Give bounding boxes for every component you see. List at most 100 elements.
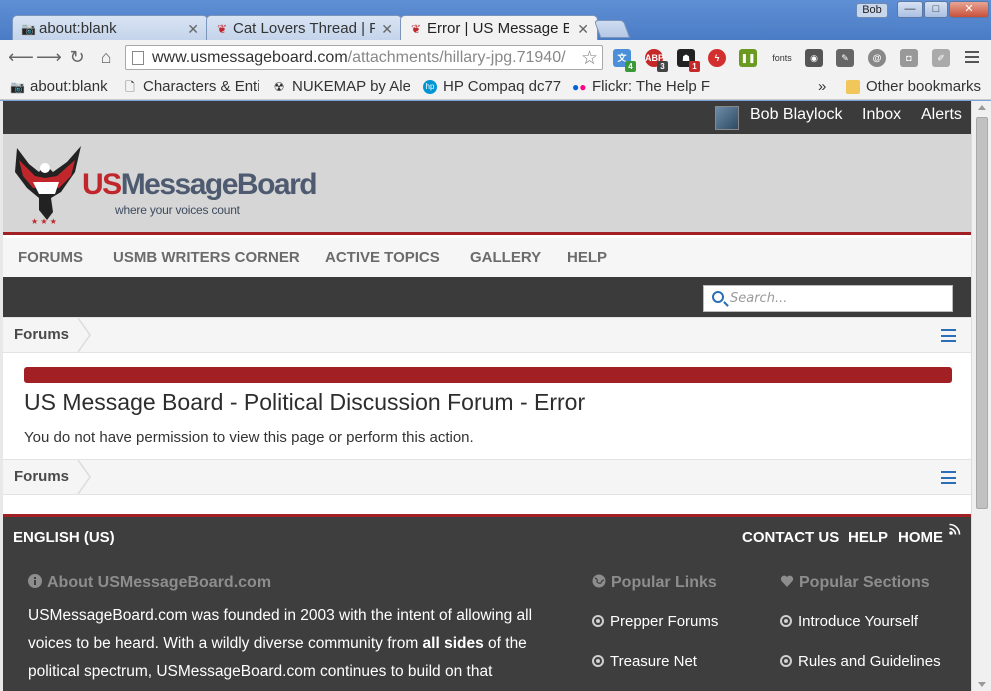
ghost-extension-icon[interactable]: ☗ 1 bbox=[677, 49, 700, 72]
breadcrumb-forums[interactable]: Forums bbox=[14, 468, 69, 485]
search-box[interactable] bbox=[703, 285, 953, 312]
search-input[interactable] bbox=[730, 289, 945, 308]
close-window-button[interactable]: ✕ bbox=[949, 1, 989, 18]
language-chooser[interactable]: ENGLISH (US) bbox=[13, 529, 115, 546]
page-icon: 🗋 bbox=[125, 80, 135, 94]
scroll-down-arrow-icon[interactable] bbox=[978, 682, 986, 687]
scroll-up-arrow-icon[interactable] bbox=[978, 105, 986, 110]
footer-home-link[interactable]: HOME bbox=[898, 529, 943, 546]
about-heading: About USMessageBoard.com bbox=[28, 574, 271, 592]
tab-title: about:blank bbox=[39, 20, 117, 37]
tools-extension-icon[interactable]: ✎ bbox=[836, 49, 854, 67]
alerts-link[interactable]: Alerts bbox=[921, 106, 962, 124]
reload-button[interactable]: ↻ bbox=[66, 46, 88, 68]
flickr-icon: ●● bbox=[572, 80, 587, 94]
popular-sections-heading-text: Popular Sections bbox=[799, 574, 930, 591]
bookmark-label: HP Compaq dc77 bbox=[443, 78, 561, 95]
menu-icon[interactable] bbox=[941, 329, 956, 342]
footer-link-label: Treasure Net bbox=[610, 653, 697, 670]
popular-links-heading: Popular Links bbox=[592, 574, 717, 592]
browser-toolbar: ⟵ ⟶ ↻ ⌂ www.usmessageboard.com/attachmen… bbox=[0, 40, 991, 74]
usmb-eagle-icon: ❦ bbox=[216, 22, 228, 36]
close-tab-icon[interactable]: ✕ bbox=[187, 16, 199, 41]
bookmark-about-blank[interactable]: 📷 about:blank bbox=[10, 77, 122, 97]
camera-extension-icon[interactable]: ◘ bbox=[900, 49, 918, 67]
minimize-button[interactable]: — bbox=[897, 1, 923, 18]
footer-link-rules[interactable]: Rules and Guidelines bbox=[780, 653, 941, 670]
footer-link-treasure-net[interactable]: Treasure Net bbox=[592, 653, 697, 670]
bookmark-hp-compaq[interactable]: hp HP Compaq dc77 bbox=[423, 77, 561, 97]
tab-cat-lovers-thread[interactable]: ❦ Cat Lovers Thread | P ✕ bbox=[206, 15, 402, 41]
scrollbar-thumb[interactable] bbox=[976, 117, 988, 509]
nav-active-topics[interactable]: ACTIVE TOPICS bbox=[325, 249, 440, 266]
close-tab-icon[interactable]: ✕ bbox=[577, 16, 589, 42]
menu-icon[interactable] bbox=[941, 471, 956, 484]
address-bar[interactable]: www.usmessageboard.com/attachments/hilla… bbox=[125, 45, 603, 70]
avatar[interactable] bbox=[715, 106, 739, 130]
bookmark-characters[interactable]: 🗋 Characters & Enti bbox=[123, 77, 259, 97]
bookmarks-bar: 📷 about:blank 🗋 Characters & Enti ☢ NUKEMAP… bbox=[0, 74, 991, 100]
footer-help-link[interactable]: HELP bbox=[848, 529, 888, 546]
forward-button[interactable]: ⟶ bbox=[36, 46, 62, 68]
search-bar bbox=[3, 277, 972, 317]
fonts-extension-icon[interactable]: fonts bbox=[770, 49, 794, 67]
bookmark-nukemap[interactable]: ☢ NUKEMAP by Ale bbox=[272, 77, 410, 97]
radiation-icon: ☢ bbox=[273, 80, 285, 94]
site-logo[interactable]: USMessageBoard bbox=[82, 168, 318, 202]
logo-part-messageboard: MessageBoard bbox=[120, 168, 318, 201]
tab-about-blank[interactable]: 📷 about:blank ✕ bbox=[12, 15, 208, 41]
info-icon bbox=[28, 574, 42, 588]
usmb-page: Bob Blaylock Inbox Alerts ★ ★ ★ USMessag… bbox=[3, 101, 972, 691]
close-tab-icon[interactable]: ✕ bbox=[381, 16, 393, 41]
footer-link-prepper[interactable]: Prepper Forums bbox=[592, 613, 718, 630]
user-name-link[interactable]: Bob Blaylock bbox=[750, 106, 843, 124]
extension-label: fonts bbox=[772, 53, 792, 63]
bullet-icon bbox=[780, 615, 792, 627]
url-path: /attachments/hillary-jpg.71940/ bbox=[347, 49, 566, 66]
bookmarks-overflow-button[interactable]: » bbox=[818, 77, 826, 97]
spiral-extension-icon[interactable]: @ bbox=[868, 49, 886, 67]
maximize-button[interactable]: □ bbox=[924, 1, 948, 18]
nav-forums[interactable]: FORUMS bbox=[18, 249, 83, 266]
flash-extension-icon[interactable]: ϟ bbox=[708, 49, 726, 67]
screenshot-extension-icon[interactable]: ◉ bbox=[805, 49, 823, 67]
pause-extension-icon[interactable]: ❚❚ bbox=[739, 49, 757, 67]
nav-writers-corner[interactable]: USMB WRITERS CORNER bbox=[113, 249, 300, 266]
nav-help[interactable]: HELP bbox=[567, 249, 607, 266]
popular-sections-heading: Popular Sections bbox=[780, 574, 930, 592]
footer-link-label: Prepper Forums bbox=[610, 613, 719, 630]
eagle-logo-icon[interactable]: ★ ★ ★ bbox=[9, 142, 85, 228]
page-scrollbar[interactable] bbox=[971, 101, 991, 691]
home-button[interactable]: ⌂ bbox=[95, 46, 117, 68]
bookmark-label: about:blank bbox=[30, 78, 108, 95]
adblock-extension-icon[interactable]: ABP 3 bbox=[645, 49, 668, 72]
bullet-icon bbox=[592, 615, 604, 627]
other-bookmarks-folder[interactable]: Other bookmarks bbox=[846, 77, 991, 97]
logo-part-us: US bbox=[82, 168, 122, 201]
new-tab-button[interactable] bbox=[593, 20, 631, 38]
translate-extension-icon[interactable]: 文4 bbox=[613, 49, 636, 72]
profile-button[interactable]: Bob bbox=[856, 3, 888, 18]
camera-icon: 📷 bbox=[10, 80, 25, 94]
bullet-icon bbox=[780, 655, 792, 667]
footer-link-introduce-yourself[interactable]: Introduce Yourself bbox=[780, 613, 918, 630]
usmb-eagle-icon: ❦ bbox=[410, 22, 422, 36]
extension-badge: 4 bbox=[625, 61, 636, 72]
nav-gallery[interactable]: GALLERY bbox=[470, 249, 541, 266]
bookmark-flickr[interactable]: ●● Flickr: The Help F bbox=[572, 77, 710, 97]
breadcrumb-forums[interactable]: Forums bbox=[14, 326, 69, 343]
bookmark-star-icon[interactable]: ☆ bbox=[581, 47, 598, 70]
rss-icon[interactable] bbox=[949, 523, 961, 535]
chrome-menu-icon[interactable] bbox=[965, 51, 979, 63]
url-text[interactable]: www.usmessageboard.com/attachments/hilla… bbox=[152, 49, 566, 67]
inbox-link[interactable]: Inbox bbox=[862, 106, 901, 124]
tab-title: Cat Lovers Thread | P bbox=[233, 20, 375, 37]
camera-icon: 📷 bbox=[21, 22, 36, 36]
footer-contact-link[interactable]: CONTACT US bbox=[742, 529, 839, 546]
tab-title: Error | US Message B bbox=[427, 20, 569, 37]
pen-extension-icon[interactable]: ✐ bbox=[932, 49, 950, 67]
breadcrumb-chevron-icon bbox=[77, 460, 91, 494]
back-button[interactable]: ⟵ bbox=[8, 46, 34, 68]
tab-error-usmb[interactable]: ❦ Error | US Message B ✕ bbox=[400, 15, 598, 42]
about-text: USMessageBoard.com was founded in 2003 w… bbox=[28, 602, 568, 686]
